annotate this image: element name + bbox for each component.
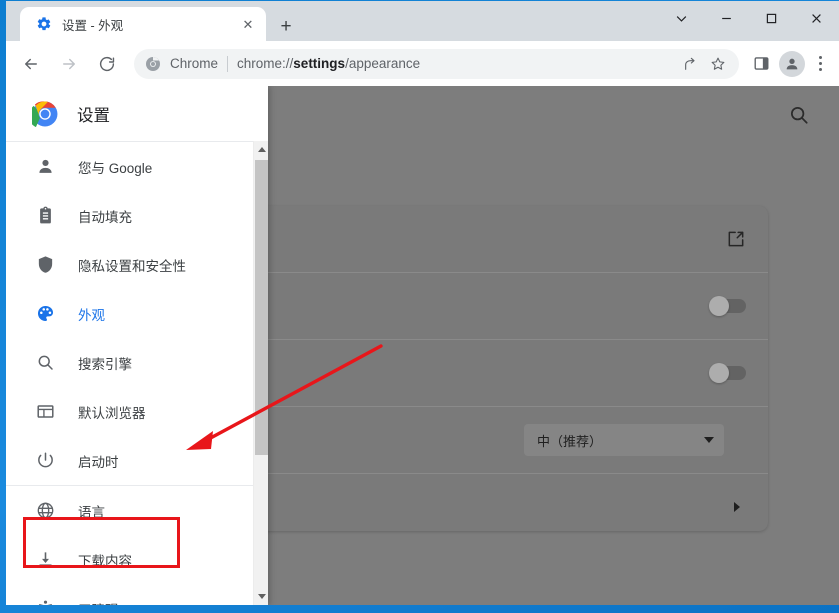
chevron-right-icon[interactable] <box>734 502 740 512</box>
browser-toolbar: Chrome chrome://settings/appearance <box>6 41 839 86</box>
star-icon[interactable] <box>705 51 731 77</box>
close-icon[interactable] <box>794 1 839 35</box>
clipboard-icon <box>34 205 56 227</box>
globe-icon <box>34 500 56 522</box>
chrome-logo-icon <box>28 100 58 127</box>
scrollbar-thumb[interactable] <box>255 160 268 455</box>
shield-icon <box>34 254 56 276</box>
font-size-dropdown-value: 中（推荐） <box>537 433 603 449</box>
share-icon[interactable] <box>678 51 704 77</box>
sidebar-item-downloads[interactable]: 下载内容 <box>6 535 268 584</box>
font-size-dropdown[interactable]: 中（推荐） <box>524 424 724 456</box>
browser-tab[interactable]: 设置 - 外观 ✕ <box>20 7 266 41</box>
tab-search-chevron-down-icon[interactable] <box>659 1 704 35</box>
power-icon <box>34 450 56 472</box>
chrome-logo-icon <box>145 56 161 72</box>
sidebar-item-languages[interactable]: 语言 <box>6 486 268 535</box>
sidebar-item-label: 下载内容 <box>78 553 132 569</box>
tab-strip: 设置 - 外观 ✕ + <box>6 1 839 41</box>
page-title: 设置 <box>77 106 110 125</box>
window-caption-buttons <box>659 1 839 35</box>
sidebar-item-default-browser[interactable]: 默认浏览器 <box>6 387 268 436</box>
url-bold-segment: settings <box>293 56 346 71</box>
sidebar-item-label: 默认浏览器 <box>78 405 146 421</box>
close-icon[interactable]: ✕ <box>238 14 258 34</box>
sidebar-item-label: 自动填充 <box>78 209 132 225</box>
menu-dot <box>818 56 822 59</box>
settings-drawer-header: 设置 <box>6 86 268 141</box>
palette-icon <box>34 303 56 325</box>
toggle-switch[interactable] <box>709 296 746 316</box>
profile-avatar-icon[interactable] <box>779 50 805 77</box>
sidebar-item-search-engine[interactable]: 搜索引擎 <box>6 338 268 387</box>
omnibox-url-text: chrome://settings/appearance <box>237 56 677 71</box>
reload-icon[interactable] <box>92 49 122 79</box>
maximize-icon[interactable] <box>749 1 794 35</box>
scroll-up-glyph <box>257 147 266 152</box>
sidebar-item-label: 无障碍 <box>78 599 119 606</box>
toggle-switch[interactable] <box>709 363 746 383</box>
drawer-scrollbar[interactable] <box>253 141 268 605</box>
scroll-down-arrow-icon[interactable] <box>254 588 268 605</box>
chrome-browser-window: 设置 - 外观 ✕ + Chrome chrome://settings/app… <box>6 1 839 605</box>
side-panel-icon[interactable] <box>747 50 775 78</box>
new-tab-button[interactable]: + <box>272 12 300 40</box>
sidebar-item-privacy-and-security[interactable]: 隐私设置和安全性 <box>6 240 268 289</box>
scroll-down-glyph <box>257 594 266 599</box>
sidebar-item-on-startup[interactable]: 启动时 <box>6 436 268 485</box>
accessibility-icon <box>34 598 56 605</box>
browser-window-icon <box>34 401 56 423</box>
settings-gear-icon <box>36 16 52 32</box>
page-viewport: 中（推荐） 100% <box>6 86 839 605</box>
minimize-icon[interactable] <box>704 1 749 35</box>
download-icon <box>34 549 56 571</box>
external-link-icon[interactable] <box>726 229 746 249</box>
omnibox-scheme-label: Chrome <box>170 56 219 71</box>
omnibox-divider <box>227 55 229 72</box>
tab-title: 设置 - 外观 <box>62 18 124 33</box>
sidebar-item-label: 搜索引擎 <box>78 356 132 372</box>
menu-dot <box>818 68 822 71</box>
person-icon <box>34 156 56 178</box>
sidebar-item-appearance[interactable]: 外观 <box>6 289 268 338</box>
sidebar-item-autofill[interactable]: 自动填充 <box>6 191 268 240</box>
search-icon[interactable] <box>788 104 810 126</box>
menu-dot <box>818 62 822 65</box>
sidebar-item-accessibility[interactable]: 无障碍 <box>6 584 268 605</box>
settings-menu-list: 您与 Google 自动填充 隐私设置和安全性 外观 搜索引擎 默认浏览器 启动… <box>6 141 268 605</box>
scroll-up-arrow-icon[interactable] <box>254 141 268 158</box>
address-bar[interactable]: Chrome chrome://settings/appearance <box>134 48 739 79</box>
url-suffix: /appearance <box>345 56 421 71</box>
search-icon <box>34 352 56 374</box>
back-arrow-icon[interactable] <box>16 49 46 79</box>
sidebar-item-label: 启动时 <box>78 454 119 470</box>
sidebar-item-label: 您与 Google <box>78 160 153 176</box>
settings-navigation-drawer: 设置 您与 Google 自动填充 隐私设置和安全性 外观 搜索引擎 默认浏览器… <box>6 86 268 605</box>
sidebar-item-label: 隐私设置和安全性 <box>78 258 186 274</box>
url-prefix: chrome:// <box>237 56 294 71</box>
sidebar-item-label: 外观 <box>78 307 105 323</box>
three-dot-menu-icon[interactable] <box>807 50 833 78</box>
omnibox-actions <box>677 51 731 77</box>
chevron-down-icon <box>704 437 714 443</box>
desktop-background: 设置 - 外观 ✕ + Chrome chrome://settings/app… <box>0 0 839 613</box>
sidebar-item-you-and-google[interactable]: 您与 Google <box>6 142 268 191</box>
sidebar-item-label: 语言 <box>78 504 105 520</box>
forward-arrow-icon[interactable] <box>54 49 84 79</box>
